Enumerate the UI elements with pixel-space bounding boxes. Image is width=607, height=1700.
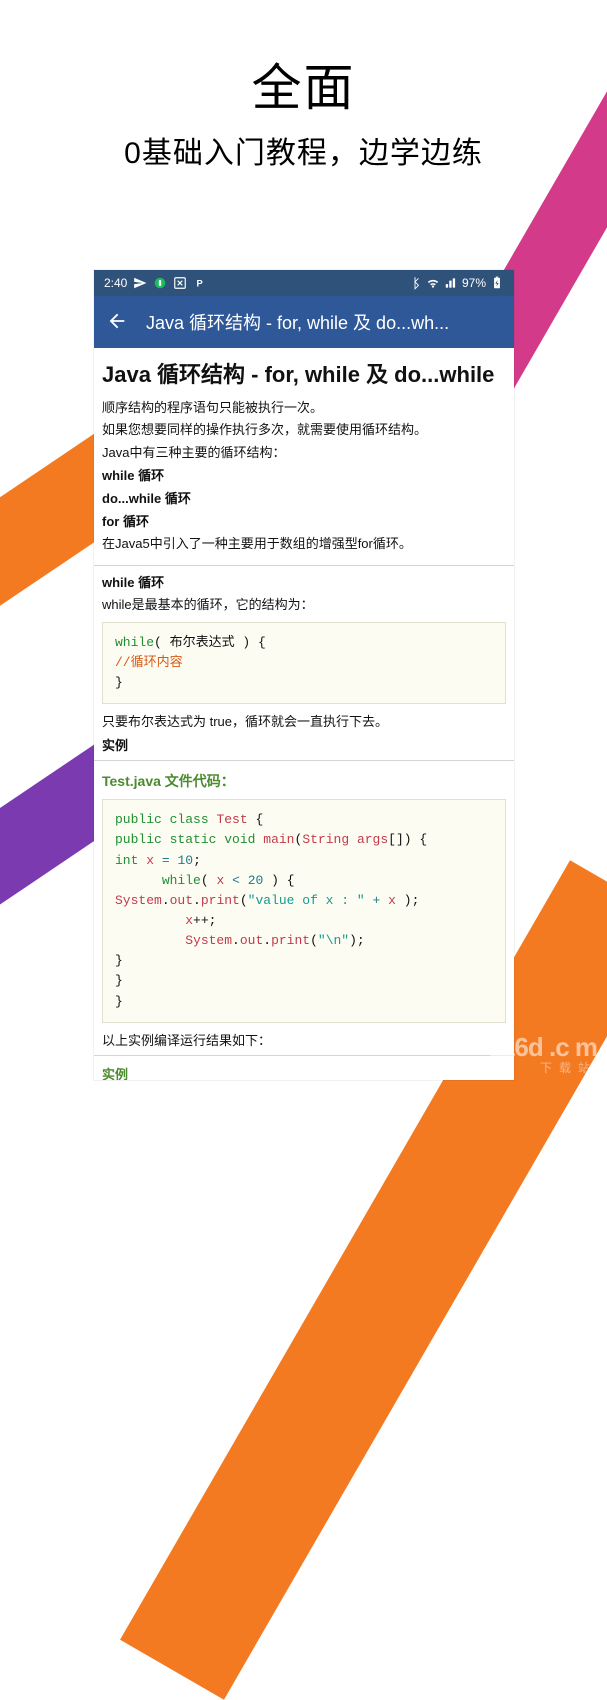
paragraph: 顺序结构的程序语句只能被执行一次。 [102, 398, 506, 419]
close-box-icon [173, 276, 187, 290]
list-item: while 循环 [102, 466, 506, 487]
paragraph: 如果您想要同样的操作执行多次，就需要使用循环结构。 [102, 420, 506, 441]
divider [94, 565, 514, 566]
statusbar-left: 2:40 P [104, 276, 207, 290]
paragraph: 在Java5中引入了一种主要用于数组的增强型for循环。 [102, 534, 506, 555]
list-item: for 循环 [102, 512, 506, 533]
section-heading: 实例 [102, 733, 506, 756]
divider [94, 1055, 514, 1056]
promo-title: 全面 [0, 48, 607, 120]
battery-icon [490, 276, 504, 290]
list-item: do...while 循环 [102, 489, 506, 510]
wifi-icon [426, 276, 440, 290]
page-title: Java 循环结构 - for, while 及 do...while [102, 356, 506, 396]
paragraph: 只要布尔表达式为 true，循环就会一直执行下去。 [102, 712, 506, 733]
promo-block: 全面 0基础入门教程，边学边练 [0, 0, 607, 172]
site-watermark: 116d .c m 下载站 [489, 1034, 597, 1074]
p-icon: P [193, 276, 207, 290]
svg-text:P: P [197, 279, 203, 289]
code-title: Test.java 文件代码： [102, 765, 506, 793]
appbar: Java 循环结构 - for, while 及 do...wh... [94, 296, 514, 348]
appbar-title: Java 循环结构 - for, while 及 do...wh... [146, 309, 502, 335]
signal-icon [444, 276, 458, 290]
statusbar-time: 2:40 [104, 276, 127, 290]
back-button[interactable] [106, 310, 128, 335]
watermark-label: 下载站 [489, 1062, 597, 1074]
paragraph: Java中有三种主要的循环结构： [102, 443, 506, 464]
promo-subtitle: 0基础入门教程，边学边练 [0, 128, 607, 172]
code-block: while( 布尔表达式 ) { //循环内容 } [102, 622, 506, 704]
section-heading: 实例 [102, 1060, 506, 1080]
watermark-domain: 116d .c m [489, 1034, 597, 1060]
article-content[interactable]: Java 循环结构 - for, while 及 do...while 顺序结构… [94, 348, 514, 1080]
section-heading: while 循环 [102, 570, 506, 593]
statusbar-right: 97% [408, 276, 504, 290]
app-green-icon [153, 276, 167, 290]
paragraph: 以上实例编译运行结果如下： [102, 1031, 506, 1052]
code-block: public class Test { public static void m… [102, 799, 506, 1022]
divider [94, 760, 514, 761]
send-icon [133, 276, 147, 290]
paragraph: while是最基本的循环，它的结构为： [102, 595, 506, 616]
android-statusbar: 2:40 P 97% [94, 270, 514, 296]
phone-screenshot: 2:40 P 97% Java 循环结构 - for, while 及 do..… [94, 270, 514, 1080]
bluetooth-icon [408, 276, 422, 290]
battery-text: 97% [462, 276, 486, 290]
